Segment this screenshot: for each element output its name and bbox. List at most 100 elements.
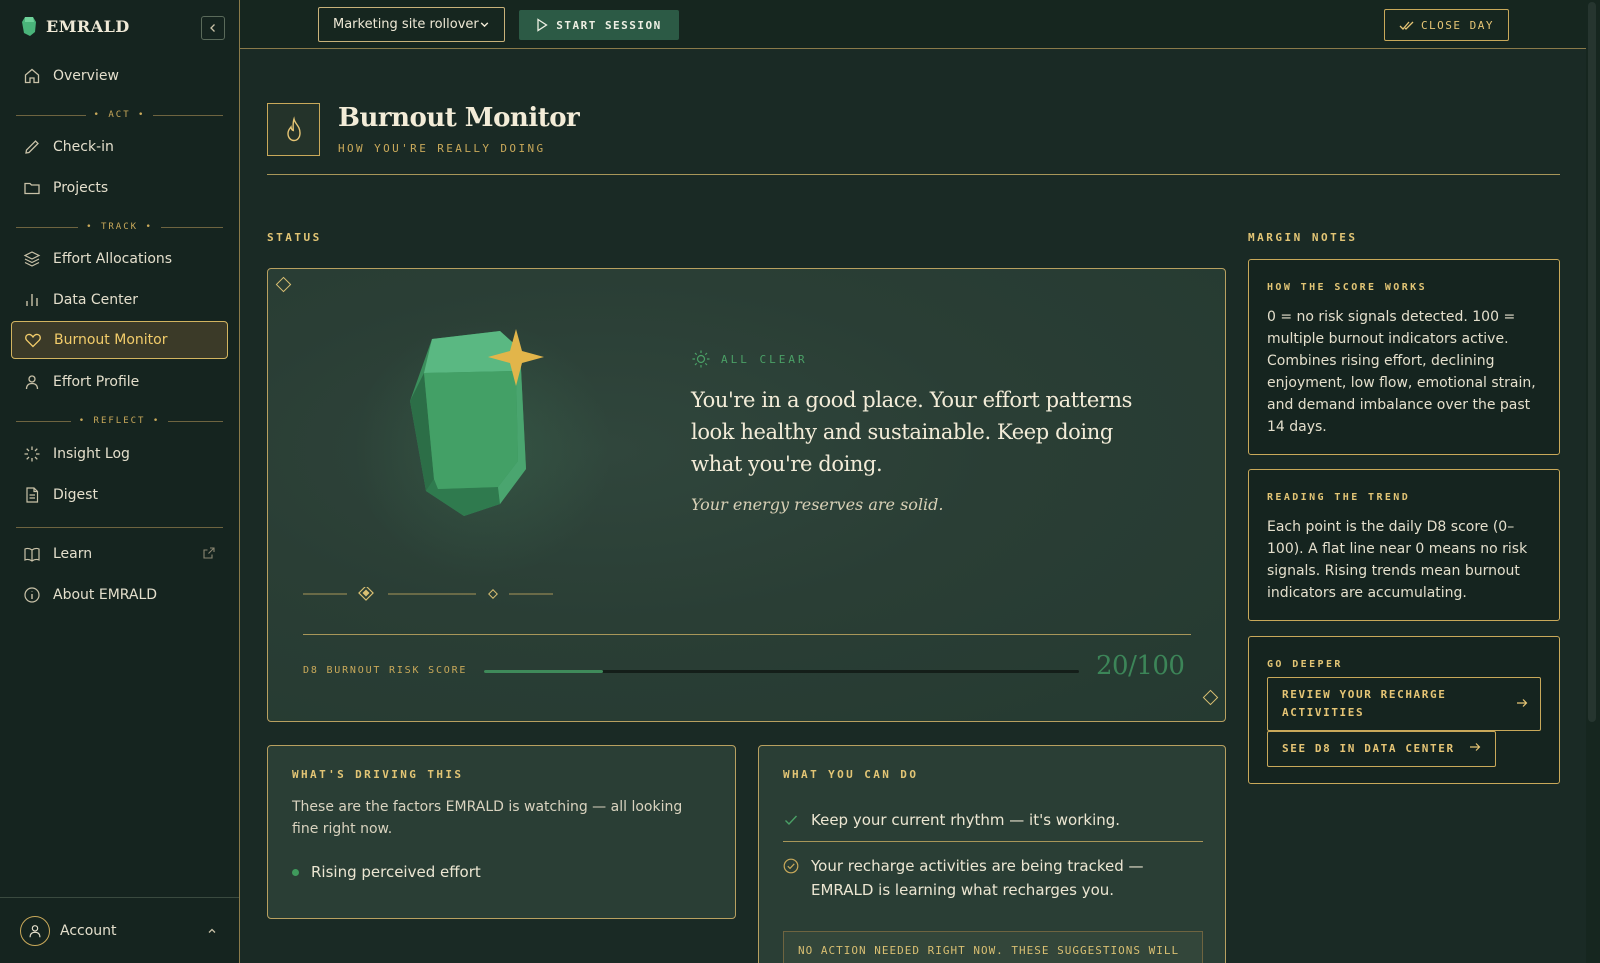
sidebar-item-insight-log[interactable]: Insight Log bbox=[11, 435, 228, 473]
scrollbar-thumb[interactable] bbox=[1588, 2, 1596, 722]
list-item: Your recharge activities are being track… bbox=[783, 854, 1203, 902]
account-menu[interactable]: Account bbox=[0, 897, 239, 963]
status-headline: You're in a good place. Your effort patt… bbox=[691, 388, 1132, 476]
collapse-sidebar-button[interactable] bbox=[201, 16, 225, 40]
person-icon bbox=[25, 375, 39, 390]
flame-icon bbox=[286, 115, 301, 141]
emerald-gem-illustration bbox=[410, 329, 544, 516]
score-progress-bar bbox=[484, 670, 1079, 673]
emerald-logo-icon bbox=[22, 17, 36, 36]
avatar bbox=[20, 915, 50, 946]
score-progress-fill bbox=[484, 670, 603, 673]
close-day-label: CLOSE DAY bbox=[1420, 18, 1495, 32]
header-divider bbox=[267, 174, 1560, 175]
note-kicker: HOW THE SCORE WORKS bbox=[1267, 282, 1427, 293]
todo-note: NO ACTION NEEDED RIGHT NOW. THESE SUGGES… bbox=[783, 931, 1203, 963]
book-icon bbox=[24, 547, 40, 562]
note-kicker: GO DEEPER bbox=[1267, 659, 1343, 670]
sidebar-item-digest[interactable]: Digest bbox=[11, 476, 228, 514]
sidebar-item-checkin[interactable]: Check-in bbox=[11, 128, 228, 166]
see-d8-data-center-link[interactable]: SEE D8 IN DATA CENTER bbox=[1267, 731, 1496, 767]
start-session-button[interactable]: START SESSION bbox=[519, 10, 679, 40]
account-label: Account bbox=[60, 922, 117, 939]
sidebar: EMRALD Overview • ACT • Check-in Project… bbox=[0, 0, 240, 963]
sidebar-item-overview[interactable]: Overview bbox=[11, 57, 228, 95]
info-icon bbox=[24, 587, 40, 603]
sidebar-item-label: Digest bbox=[53, 487, 98, 503]
status-dot bbox=[292, 868, 299, 876]
sidebar-item-learn[interactable]: Learn bbox=[11, 535, 228, 573]
sidebar-item-effort-allocations[interactable]: Effort Allocations bbox=[11, 240, 228, 278]
topbar: Marketing site rollover START SESSION CL… bbox=[240, 0, 1586, 49]
sidebar-item-label: Projects bbox=[53, 180, 109, 196]
chevron-left-icon bbox=[210, 24, 215, 32]
note-text: 0 = no risk signals detected. 100 = mult… bbox=[1267, 309, 1536, 435]
person-icon bbox=[29, 924, 41, 937]
status-section-label: STATUS bbox=[267, 231, 322, 244]
pencil-icon bbox=[25, 140, 39, 154]
bar-chart-icon bbox=[26, 294, 38, 306]
arrow-right-icon bbox=[1517, 699, 1528, 707]
todo-item-label: Keep your current rhythm — it's working. bbox=[811, 811, 1121, 829]
double-check-icon bbox=[1399, 21, 1414, 30]
sidebar-section-track: • TRACK • bbox=[16, 221, 223, 233]
note-kicker: READING THE TREND bbox=[1267, 492, 1411, 503]
sparkle-icon bbox=[24, 446, 40, 462]
sidebar-item-label: Check-in bbox=[53, 139, 114, 155]
review-recharge-link[interactable]: REVIEW YOUR RECHARGE ACTIVITIES bbox=[1267, 677, 1541, 731]
chevron-up-icon bbox=[208, 928, 216, 933]
check-circle-icon bbox=[783, 858, 799, 874]
brand[interactable]: EMRALD bbox=[22, 16, 130, 36]
project-select[interactable]: Marketing site rollover bbox=[318, 7, 505, 42]
note-text: Each point is the daily D8 score (0–100)… bbox=[1267, 519, 1528, 601]
corner-diamond-icon bbox=[275, 276, 292, 293]
layers-icon bbox=[23, 251, 41, 267]
todo-kicker: WHAT YOU CAN DO bbox=[783, 768, 919, 781]
status-kicker: ALL CLEAR bbox=[691, 349, 808, 369]
status-subline: Your energy reserves are solid. bbox=[691, 495, 944, 514]
sidebar-item-label: Burnout Monitor bbox=[54, 332, 168, 348]
sidebar-section-reflect: • REFLECT • bbox=[16, 415, 223, 427]
sun-icon bbox=[692, 350, 710, 368]
score-divider bbox=[303, 634, 1191, 635]
page-subtitle: HOW YOU'RE REALLY DOING bbox=[338, 142, 546, 155]
sidebar-item-data-center[interactable]: Data Center bbox=[11, 281, 228, 319]
sidebar-item-label: Data Center bbox=[53, 292, 138, 308]
list-item: Rising perceived effort bbox=[292, 863, 481, 881]
todo-item-label: Your recharge activities are being track… bbox=[811, 857, 1144, 899]
note-reading-trend: READING THE TREND Each point is the dail… bbox=[1248, 469, 1560, 621]
note-go-deeper: GO DEEPER REVIEW YOUR RECHARGE ACTIVITIE… bbox=[1248, 636, 1560, 784]
driving-description: These are the factors EMRALD is watching… bbox=[292, 799, 683, 837]
start-session-label: START SESSION bbox=[556, 18, 662, 32]
brand-name: EMRALD bbox=[46, 16, 130, 36]
project-select-value: Marketing site rollover bbox=[333, 17, 479, 32]
corner-diamond-icon bbox=[1202, 689, 1219, 706]
sidebar-item-label: Learn bbox=[53, 546, 93, 562]
score-value: 20/100 bbox=[1096, 651, 1185, 681]
note-score-works: HOW THE SCORE WORKS 0 = no risk signals … bbox=[1248, 259, 1560, 455]
chevron-down-icon bbox=[480, 22, 489, 28]
sidebar-item-effort-profile[interactable]: Effort Profile bbox=[11, 363, 228, 401]
sidebar-item-projects[interactable]: Projects bbox=[11, 169, 228, 207]
status-kicker-label: ALL CLEAR bbox=[721, 352, 808, 366]
arrow-right-icon bbox=[1469, 743, 1481, 751]
external-link-icon bbox=[203, 547, 215, 559]
todo-card: WHAT YOU CAN DO Keep your current rhythm… bbox=[758, 745, 1226, 963]
sidebar-item-label: Insight Log bbox=[53, 446, 130, 462]
review-recharge-label: REVIEW YOUR RECHARGE ACTIVITIES bbox=[1282, 688, 1447, 719]
check-icon bbox=[785, 815, 798, 826]
heart-icon bbox=[25, 333, 41, 348]
close-day-button[interactable]: CLOSE DAY bbox=[1384, 9, 1509, 41]
sidebar-item-burnout-monitor[interactable]: Burnout Monitor bbox=[11, 321, 228, 359]
driving-card: WHAT'S DRIVING THIS These are the factor… bbox=[267, 745, 736, 919]
driver-label: Rising perceived effort bbox=[311, 863, 481, 881]
sidebar-item-about[interactable]: About EMRALD bbox=[11, 576, 228, 614]
home-icon bbox=[24, 68, 40, 84]
sidebar-section-act: • ACT • bbox=[16, 109, 224, 121]
folder-icon bbox=[24, 182, 40, 195]
margin-notes-section-label: MARGIN NOTES bbox=[1248, 231, 1358, 244]
sidebar-item-label: Overview bbox=[53, 68, 119, 84]
play-icon bbox=[537, 18, 548, 32]
page-title: Burnout Monitor bbox=[338, 103, 580, 133]
see-d8-label: SEE D8 IN DATA CENTER bbox=[1282, 742, 1455, 755]
